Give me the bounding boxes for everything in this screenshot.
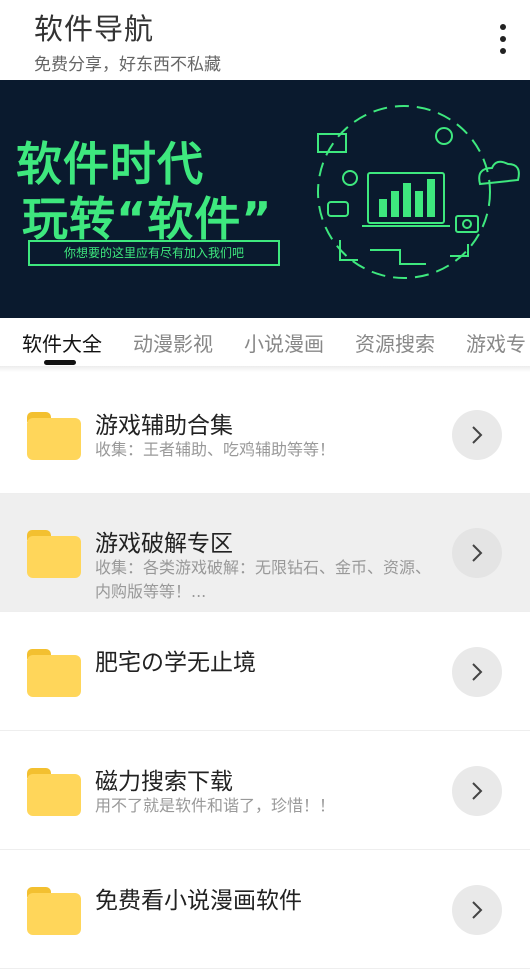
tab-software[interactable]: 软件大全	[22, 328, 102, 357]
app-title: 软件导航	[34, 12, 155, 46]
list-item[interactable]: 免费看小说漫画软件	[0, 851, 530, 969]
tab-anime-video[interactable]: 动漫影视	[133, 328, 213, 357]
list-item-desc: 收集：王者辅助、吃鸡辅助等等！	[95, 440, 336, 459]
list-item-title: 游戏辅助合集	[95, 413, 233, 439]
chevron-right-icon[interactable]	[452, 766, 502, 816]
folder-icon	[27, 530, 81, 578]
folder-icon	[27, 649, 81, 697]
tab-novel-comic[interactable]: 小说漫画	[244, 328, 324, 357]
list-item-desc: 用不了就是软件和谐了，珍惜！！	[95, 796, 336, 815]
list-item[interactable]: 游戏破解专区 收集：各类游戏破解：无限钻石、金币、资源、内购版等等！...	[0, 494, 530, 612]
list-item-title: 游戏破解专区	[95, 531, 233, 557]
chevron-right-icon[interactable]	[452, 528, 502, 578]
app-subtitle: 免费分享，好东西不私藏	[34, 55, 221, 75]
tab-resource-search[interactable]: 资源搜索	[355, 328, 435, 357]
list-item-desc: 收集：各类游戏破解：无限钻石、金币、资源、内购版等等！...	[95, 558, 432, 601]
promo-banner[interactable]: 软件时代 玩转“软件” 你想要的这里应有尽有加入我们吧	[0, 80, 530, 318]
list-item-title: 肥宅の学无止境	[95, 650, 256, 676]
tab-games[interactable]: 游戏专	[466, 328, 526, 357]
app-header: 软件导航 免费分享，好东西不私藏	[0, 0, 530, 80]
folder-icon	[27, 412, 81, 460]
chevron-right-icon[interactable]	[452, 647, 502, 697]
folder-icon	[27, 768, 81, 816]
chevron-right-icon[interactable]	[452, 410, 502, 460]
more-options-icon[interactable]	[488, 22, 518, 56]
chevron-right-icon[interactable]	[452, 885, 502, 935]
list-item[interactable]: 磁力搜索下载 用不了就是软件和谐了，珍惜！！	[0, 732, 530, 850]
category-tabs: 软件大全 动漫影视 小说漫画 资源搜索 游戏专	[0, 318, 530, 366]
active-tab-indicator	[44, 360, 76, 365]
banner-tagline: 你想要的这里应有尽有加入我们吧	[28, 240, 280, 266]
list-item[interactable]: 肥宅の学无止境	[0, 613, 530, 731]
list-item[interactable]: 游戏辅助合集 收集：王者辅助、吃鸡辅助等等！	[0, 376, 530, 494]
list-item-title: 磁力搜索下载	[95, 769, 233, 795]
folder-icon	[27, 887, 81, 935]
tabs-divider	[0, 366, 530, 372]
